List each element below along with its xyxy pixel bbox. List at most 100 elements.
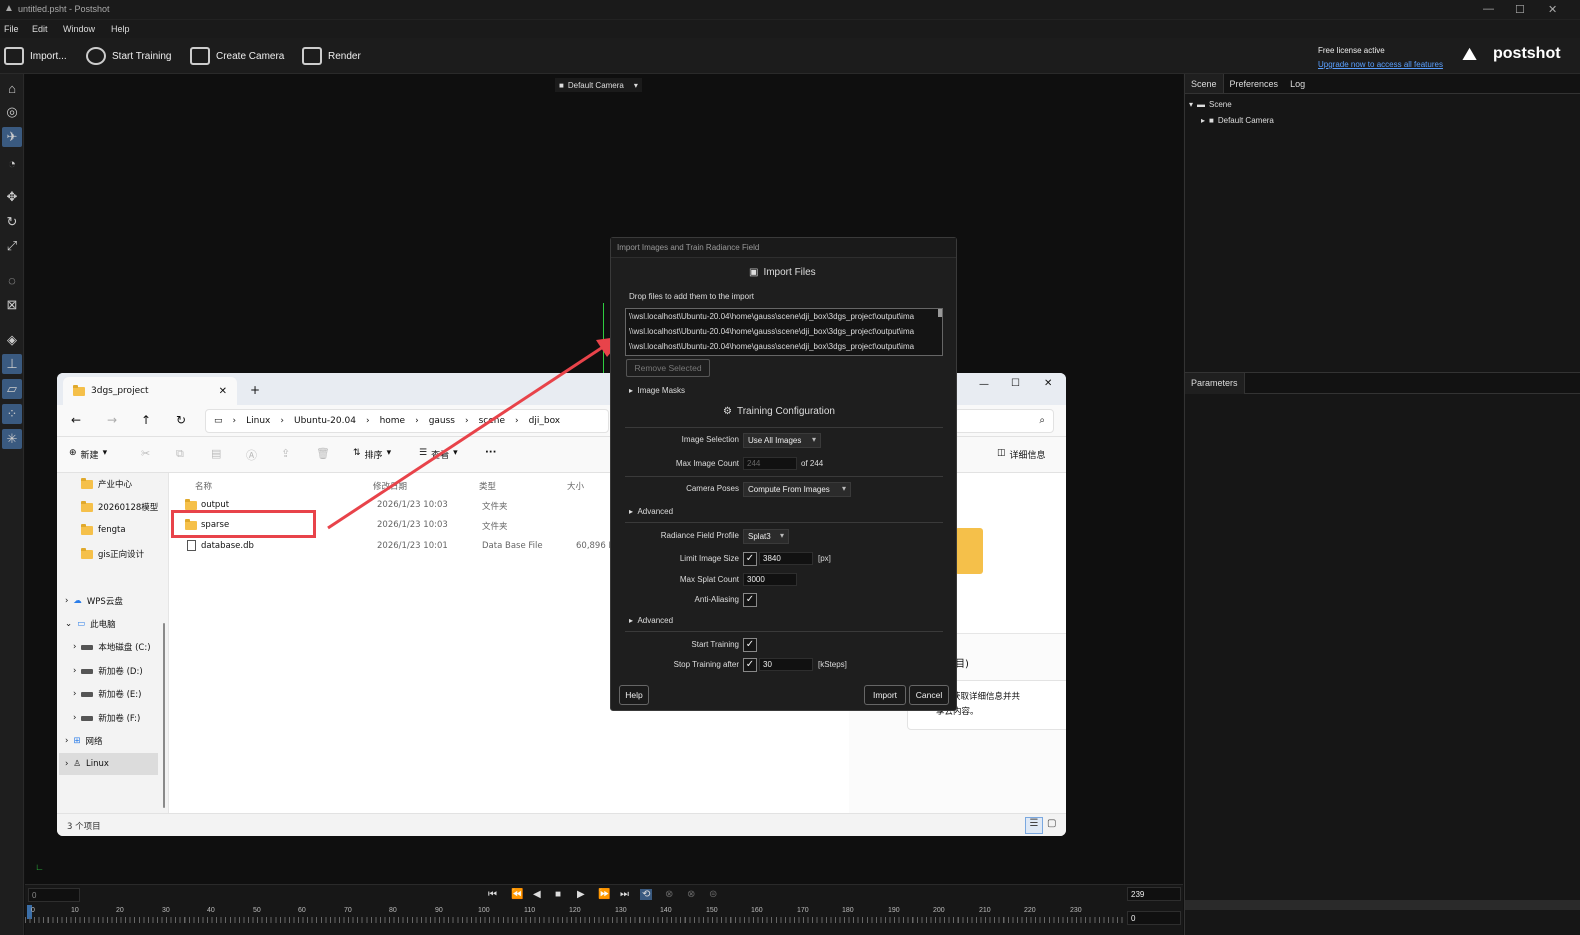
tab-preferences[interactable]: Preferences xyxy=(1224,74,1285,93)
remove-selected-button[interactable]: Remove Selected xyxy=(626,359,710,377)
nav-item[interactable]: › 新加卷 (F:) xyxy=(73,712,140,724)
nav-item[interactable]: 产业中心 xyxy=(81,477,132,490)
more-button[interactable]: ··· xyxy=(485,447,496,458)
close-tab-icon[interactable]: ✕ xyxy=(219,386,227,397)
points-icon[interactable]: ⁘ xyxy=(2,404,22,424)
nav-item[interactable]: › ⊞ 网络 xyxy=(65,735,103,747)
tab-scene[interactable]: Scene xyxy=(1185,74,1224,93)
anti-aliasing-checkbox[interactable]: ✓ xyxy=(743,593,757,607)
stop-training-checkbox[interactable]: ✓ xyxy=(743,658,757,672)
back-icon[interactable]: ← xyxy=(71,413,81,427)
onion-icon[interactable]: ⊗ xyxy=(665,889,673,900)
nav-item[interactable]: gis正向设计 xyxy=(81,547,144,560)
nav-item[interactable]: › 本地磁盘 (C:) xyxy=(73,641,151,653)
details-button[interactable]: ◫ 详细信息 xyxy=(997,448,1046,461)
help-button[interactable]: Help xyxy=(619,685,649,705)
stop-training-input[interactable]: 30 xyxy=(759,658,813,671)
timeline-ruler[interactable]: 0 10 20 30 40 50 60 70 80 90 100 110 120… xyxy=(25,905,1123,925)
tree-item-scene[interactable]: ▾ ▬ Scene xyxy=(1189,100,1232,109)
onion-forward-icon[interactable]: ⊜ xyxy=(709,889,717,900)
nav-item[interactable]: fengta xyxy=(81,523,126,535)
new-button[interactable]: ⊕ 新建 ▾ xyxy=(69,448,107,461)
nav-item[interactable]: › 新加卷 (E:) xyxy=(73,688,141,700)
file-list-box[interactable]: \\wsl.localhost\Ubuntu-20.04\home\gauss\… xyxy=(625,308,943,356)
tab-log[interactable]: Log xyxy=(1284,74,1311,93)
cut-icon[interactable]: ✂ xyxy=(141,447,150,460)
home-icon[interactable]: ⌂ xyxy=(2,78,22,98)
file-path-item[interactable]: \\wsl.localhost\Ubuntu-20.04\home\gauss\… xyxy=(629,312,914,321)
nav-item[interactable]: › ☁ WPS云盘 xyxy=(65,595,123,607)
render-button[interactable]: Render xyxy=(302,46,361,66)
share-icon[interactable]: ⇪ xyxy=(281,447,290,460)
image-masks-toggle[interactable]: ▸ Image Masks xyxy=(629,386,685,395)
copy-icon[interactable]: ⧉ xyxy=(176,447,184,461)
scale-icon[interactable]: ⤢ xyxy=(2,236,22,256)
crumb-gauss[interactable]: gauss xyxy=(429,416,455,426)
explorer-minimize-icon[interactable]: — xyxy=(979,379,989,390)
crumb-home[interactable]: home xyxy=(380,416,406,426)
upgrade-link[interactable]: Upgrade now to access all features xyxy=(1318,60,1443,69)
file-path-item[interactable]: \\wsl.localhost\Ubuntu-20.04\home\gauss\… xyxy=(629,327,914,336)
walk-tool-icon[interactable]: ◔ xyxy=(2,153,22,173)
crumb-dji-box[interactable]: dji_box xyxy=(529,416,560,426)
tiles-view-icon[interactable]: ▢ xyxy=(1047,818,1056,829)
nav-item[interactable]: ⌄ ▭ 此电脑 xyxy=(65,618,116,630)
create-camera-button[interactable]: Create Camera xyxy=(190,46,284,66)
move-icon[interactable]: ✥ xyxy=(2,187,22,207)
axes-icon[interactable]: ⊥ xyxy=(2,354,22,374)
view-button[interactable]: ☰ 查看 ▾ xyxy=(419,448,458,461)
import-button[interactable]: Import... xyxy=(4,46,67,66)
profile-dropdown[interactable]: Splat3 xyxy=(743,529,789,544)
explorer-maximize-icon[interactable]: ☐ xyxy=(1011,378,1020,389)
step-forward-icon[interactable]: ⏩ xyxy=(598,889,610,900)
menu-window[interactable]: Window xyxy=(63,24,95,34)
rename-icon[interactable]: Ⓐ xyxy=(246,447,257,463)
image-selection-dropdown[interactable]: Use All Images xyxy=(743,433,821,448)
loop-icon[interactable]: ⟲ xyxy=(640,889,653,900)
rotate-icon[interactable]: ↻ xyxy=(2,212,22,232)
sort-button[interactable]: ⇅ 排序 ▾ xyxy=(353,448,391,461)
close-icon[interactable]: ✕ xyxy=(1548,3,1557,16)
breadcrumb[interactable]: ▭ › Linux › Ubuntu-20.04 › home › gauss … xyxy=(205,409,609,433)
menu-edit[interactable]: Edit xyxy=(32,24,48,34)
advanced-toggle-2[interactable]: ▸ Advanced xyxy=(629,616,673,625)
file-path-item[interactable]: \\wsl.localhost\Ubuntu-20.04\home\gauss\… xyxy=(629,342,914,351)
layers-icon[interactable]: ◈ xyxy=(2,330,22,350)
box-select-icon[interactable]: ⊠ xyxy=(2,295,22,315)
start-training-checkbox[interactable]: ✓ xyxy=(743,638,757,652)
crumb-scene[interactable]: scene xyxy=(479,416,505,426)
new-tab-icon[interactable]: + xyxy=(250,383,260,397)
camera-selector[interactable]: ■ Default Camera ▾ xyxy=(555,78,642,92)
nav-item-selected[interactable]: › ♙ Linux xyxy=(59,753,158,775)
onion-back-icon[interactable]: ⊗ xyxy=(687,889,695,900)
max-image-count-input[interactable]: 244 xyxy=(743,457,797,470)
paste-icon[interactable]: ▤ xyxy=(211,447,221,460)
splat-icon[interactable]: ✳ xyxy=(2,429,22,449)
lasso-select-icon[interactable]: ◌ xyxy=(2,270,22,290)
menu-help[interactable]: Help xyxy=(111,24,130,34)
search-input[interactable]: ⌕ xyxy=(954,409,1054,433)
cancel-button[interactable]: Cancel xyxy=(909,685,949,705)
start-training-button[interactable]: Start Training xyxy=(86,46,171,66)
orbit-icon[interactable]: ◎ xyxy=(2,102,22,122)
play-icon[interactable]: ▶ xyxy=(577,889,585,900)
explorer-close-icon[interactable]: ✕ xyxy=(1044,378,1052,389)
nav-scrollbar[interactable] xyxy=(163,623,165,808)
limit-image-size-input[interactable]: 3840 xyxy=(759,552,813,565)
delete-icon[interactable]: 🗑 xyxy=(316,447,330,460)
column-name[interactable]: 名称 xyxy=(195,480,212,492)
crumb-linux[interactable]: Linux xyxy=(246,416,270,426)
limit-image-size-checkbox[interactable]: ✓ xyxy=(743,552,757,566)
tab-parameters[interactable]: Parameters xyxy=(1185,373,1245,394)
explorer-tab[interactable]: 3dgs_project ✕ xyxy=(63,377,237,405)
menu-file[interactable]: File xyxy=(4,24,19,34)
column-modified[interactable]: 修改日期 xyxy=(373,480,407,492)
column-size[interactable]: 大小 xyxy=(567,480,584,492)
camera-poses-dropdown[interactable]: Compute From Images xyxy=(743,482,851,497)
max-splat-count-input[interactable]: 3000 xyxy=(743,573,797,586)
timeline-start-input[interactable]: 0 xyxy=(28,888,80,902)
skip-end-icon[interactable]: ⏭ xyxy=(620,889,629,900)
current-frame-input[interactable]: 0 xyxy=(1127,911,1181,925)
timeline-end-input[interactable]: 239 xyxy=(1127,887,1181,901)
advanced-toggle-1[interactable]: ▸ Advanced xyxy=(629,507,673,516)
